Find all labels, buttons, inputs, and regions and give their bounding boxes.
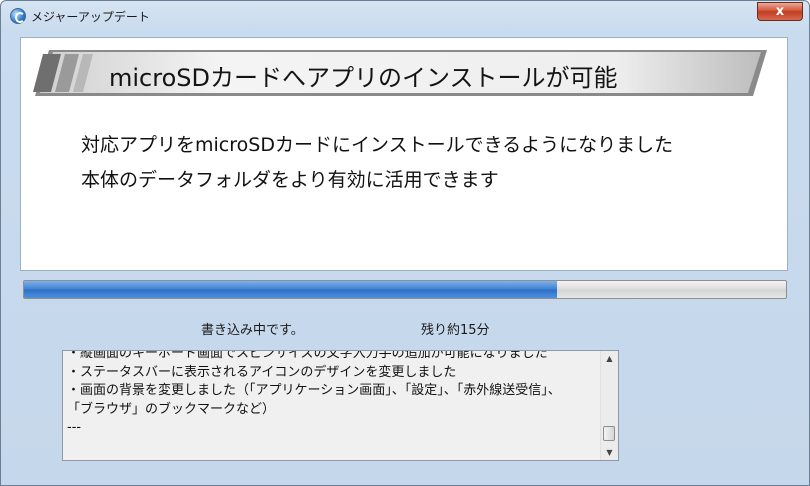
update-globe-icon — [10, 8, 26, 24]
heading-banner: microSDカードへアプリのインストールが可能 — [31, 48, 771, 98]
close-button[interactable]: x — [757, 2, 803, 21]
log-line: ・縦画面のキーボード画面でスピンサイズの文字入力手の追加が可能になりました — [67, 350, 548, 361]
window-title: メジャーアップデート — [31, 10, 150, 24]
log-line: ・画面の背景を変更しました（「アプリケーション画面」、「設定」、「赤外線送受信」… — [67, 383, 561, 398]
update-log-content: ・縦画面のキーボード画面でスピンサイズの文字入力手の追加が可能になりました・ステ… — [67, 350, 597, 438]
writing-status-label: 書き込み中です。 — [201, 323, 304, 338]
remaining-time-label: 残り約15分 — [421, 323, 490, 338]
feature-heading: microSDカードへアプリのインストールが可能 — [109, 64, 618, 92]
close-icon: x — [775, 4, 785, 19]
progress-bar-fill — [24, 281, 558, 298]
description-line-1: 対応アプリをmicroSDカードにインストールできるようになりました — [81, 134, 674, 156]
log-line: --- — [67, 420, 82, 435]
progress-bar — [23, 280, 787, 299]
info-panel: microSDカードへアプリのインストールが可能 対応アプリをmicroSDカー… — [20, 37, 788, 271]
description-line-2: 本体のデータフォルダをより有効に活用できます — [81, 169, 499, 191]
scroll-thumb[interactable] — [603, 426, 615, 441]
scroll-down-arrow-icon[interactable]: ▼ — [601, 445, 618, 460]
scroll-up-arrow-icon[interactable]: ▲ — [601, 351, 618, 366]
log-scrollbar[interactable]: ▲ ▼ — [600, 351, 618, 460]
title-bar[interactable]: メジャーアップデート x — [1, 1, 809, 31]
log-line: ・ステータスバーに表示されるアイコンのデザインを変更しました — [67, 364, 457, 380]
log-line: 「ブラウザ」のブックマークなど） — [67, 401, 276, 417]
update-window: メジャーアップデート x microSDカードへアプリのインストールが可能 対応… — [0, 0, 810, 486]
update-log-textbox[interactable]: ・縦画面のキーボード画面でスピンサイズの文字入力手の追加が可能になりました・ステ… — [62, 350, 619, 461]
